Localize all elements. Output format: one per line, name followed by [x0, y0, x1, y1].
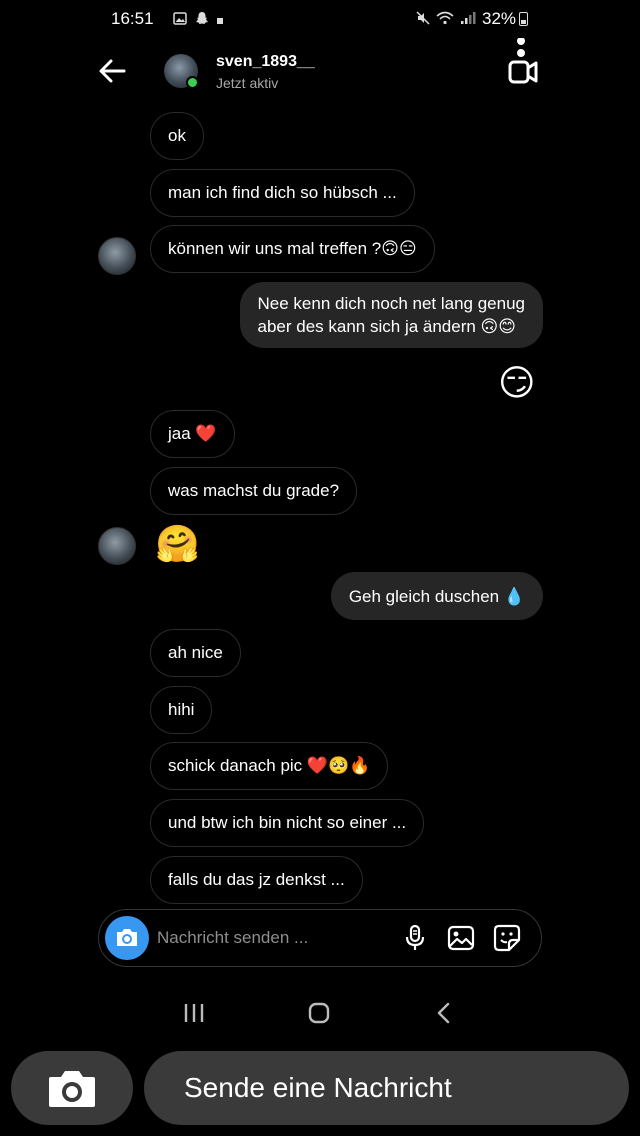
video-call-icon — [508, 37, 538, 84]
message-incoming: was machst du grade? — [150, 467, 358, 515]
message-incoming: falls du das jz denkst ... — [150, 856, 363, 904]
message-incoming: und btw ich bin nicht so einer ... — [150, 799, 425, 847]
microphone-icon — [405, 924, 425, 950]
message-bubble-outgoing[interactable]: Geh gleich duschen 💧 — [330, 572, 543, 620]
message-bubble[interactable]: was machst du grade? — [150, 467, 358, 515]
message-incoming: man ich find dich so hübsch ... — [150, 169, 415, 217]
message-line: aber des kann sich ja ändern 🙃😊 — [257, 317, 516, 336]
system-back-button[interactable] — [430, 1000, 460, 1026]
system-icons — [416, 11, 476, 28]
message-composer — [98, 909, 542, 967]
message-bubble[interactable]: ah nice — [150, 629, 241, 677]
send-message-button[interactable]: Sende eine Nachricht — [144, 1051, 629, 1125]
message-thread[interactable]: ok man ich find dich so hübsch ... könne… — [0, 104, 640, 904]
message-incoming: hihi — [150, 686, 213, 734]
message-incoming: ok — [150, 112, 204, 160]
message-bubble-outgoing[interactable]: Nee kenn dich noch net lang genug aber d… — [239, 282, 543, 348]
message-bubble[interactable]: und btw ich bin nicht so einer ... — [150, 799, 425, 847]
camera-icon — [49, 1071, 95, 1107]
emoji-message-outgoing[interactable]: 😏 — [498, 363, 536, 403]
message-incoming: schick danach pic ❤️🥺🔥 — [150, 742, 389, 790]
message-incoming: können wir uns mal treffen ?🙃😑 — [150, 225, 435, 273]
chevron-left-icon — [437, 1002, 450, 1024]
emoji-message-incoming[interactable]: 🤗 — [155, 524, 200, 564]
video-call-button[interactable] — [506, 37, 540, 88]
message-bubble[interactable]: ok — [150, 112, 204, 160]
sticker-icon — [493, 924, 521, 952]
contact-username[interactable]: sven_1893__ — [216, 53, 315, 71]
recent-apps-button[interactable] — [180, 1000, 210, 1026]
image-icon — [447, 925, 475, 951]
message-bubble[interactable]: jaa ❤️ — [150, 410, 235, 458]
home-button[interactable] — [304, 1000, 334, 1026]
sender-avatar[interactable] — [98, 237, 136, 275]
battery-icon — [519, 12, 528, 26]
chat-header: sven_1893__ Jetzt aktiv — [0, 37, 640, 104]
microphone-button[interactable] — [401, 924, 429, 952]
active-status: Jetzt aktiv — [216, 75, 279, 91]
message-bubble[interactable]: falls du das jz denkst ... — [150, 856, 363, 904]
message-incoming: ah nice — [150, 629, 241, 677]
message-input[interactable] — [157, 922, 387, 954]
signal-icon — [460, 11, 476, 28]
battery-percentage: 32% — [482, 9, 517, 28]
snapchat-reply-bar: Sende eine Nachricht — [0, 1046, 640, 1136]
back-button[interactable] — [96, 56, 130, 86]
camera-button[interactable] — [105, 916, 149, 960]
recent-apps-icon — [184, 1004, 204, 1022]
arrow-left-icon — [99, 59, 126, 83]
wifi-icon — [436, 11, 454, 28]
sticker-button[interactable] — [493, 924, 521, 952]
sender-avatar[interactable] — [98, 527, 136, 565]
home-icon — [308, 1002, 330, 1024]
message-outgoing: Geh gleich duschen 💧 — [330, 572, 543, 620]
message-bubble[interactable]: schick danach pic ❤️🥺🔥 — [150, 742, 389, 790]
notification-icons — [173, 11, 223, 28]
dot-notification-icon — [217, 13, 223, 27]
gallery-button[interactable] — [447, 924, 475, 952]
mute-icon — [416, 11, 430, 28]
message-bubble[interactable]: können wir uns mal treffen ?🙃😑 — [150, 225, 435, 273]
status-bar: 16:51 32% — [0, 0, 640, 38]
message-line: Nee kenn dich noch net lang genug — [257, 294, 525, 313]
system-navigation-bar — [0, 990, 640, 1036]
camera-icon — [117, 929, 137, 946]
message-incoming: jaa ❤️ — [150, 410, 235, 458]
gallery-notification-icon — [173, 11, 187, 28]
snapchat-notification-icon — [195, 11, 209, 28]
message-bubble[interactable]: man ich find dich so hübsch ... — [150, 169, 415, 217]
snap-camera-button[interactable] — [11, 1051, 133, 1125]
message-outgoing: Nee kenn dich noch net lang genug aber d… — [239, 282, 543, 348]
message-bubble[interactable]: hihi — [150, 686, 213, 734]
status-time: 16:51 — [111, 9, 154, 28]
online-indicator — [186, 76, 199, 89]
